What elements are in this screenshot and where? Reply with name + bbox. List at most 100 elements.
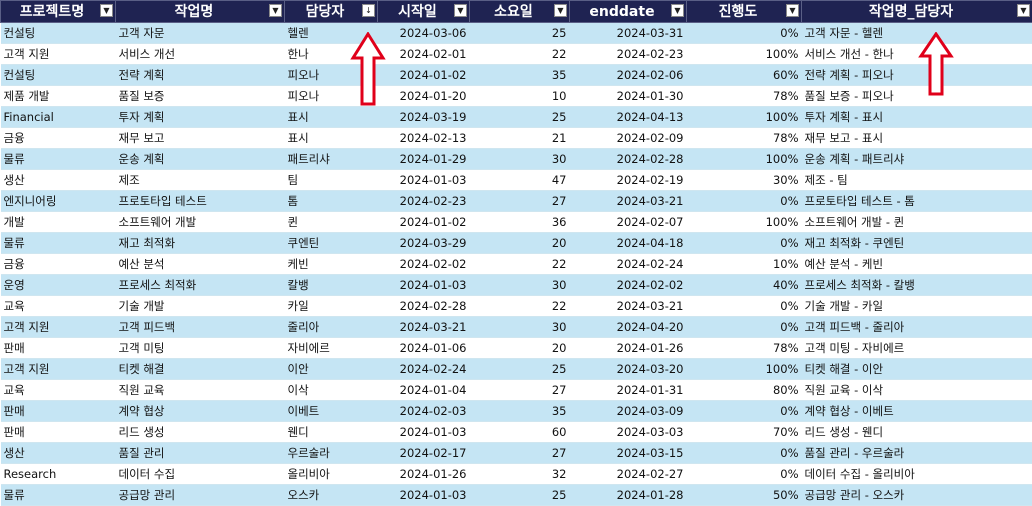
table-cell[interactable]: 재무 보고 (116, 128, 285, 149)
table-cell[interactable]: 이삭 (285, 380, 378, 401)
table-cell[interactable]: 2024-02-23 (378, 191, 470, 212)
table-cell[interactable]: 2024-02-07 (570, 212, 687, 233)
table-cell[interactable]: 서비스 개선 (116, 44, 285, 65)
table-cell[interactable]: 재고 최적화 (116, 233, 285, 254)
table-cell[interactable]: 2024-03-03 (570, 422, 687, 443)
table-cell[interactable]: 27 (470, 380, 570, 401)
table-cell[interactable]: 2024-01-20 (378, 86, 470, 107)
table-cell[interactable]: 0% (687, 401, 802, 422)
table-cell[interactable]: 2024-01-28 (570, 485, 687, 506)
table-cell[interactable]: 2024-01-26 (378, 464, 470, 485)
table-cell[interactable]: 2024-02-24 (378, 359, 470, 380)
table-cell[interactable]: 직원 교육 - 이삭 (802, 380, 1032, 401)
table-cell[interactable]: 0% (687, 23, 802, 44)
table-cell[interactable]: 2024-01-31 (570, 380, 687, 401)
filter-dropdown-icon[interactable]: ▼ (1017, 4, 1030, 17)
table-cell[interactable]: 재무 보고 - 표시 (802, 128, 1032, 149)
table-cell[interactable]: 고객 미팅 (116, 338, 285, 359)
table-cell[interactable]: 25 (470, 359, 570, 380)
table-cell[interactable]: 2024-01-03 (378, 422, 470, 443)
table-cell[interactable]: 판매 (1, 338, 116, 359)
table-cell[interactable]: 데이터 수집 - 올리비아 (802, 464, 1032, 485)
table-cell[interactable]: 제조 (116, 170, 285, 191)
table-cell[interactable]: 2024-02-06 (570, 65, 687, 86)
table-cell[interactable]: 0% (687, 464, 802, 485)
table-cell[interactable]: 70% (687, 422, 802, 443)
table-cell[interactable]: 100% (687, 149, 802, 170)
table-cell[interactable]: 컨설팅 (1, 23, 116, 44)
table-cell[interactable]: 올리비아 (285, 464, 378, 485)
table-cell[interactable]: 2024-02-28 (378, 296, 470, 317)
table-cell[interactable]: 운송 계획 (116, 149, 285, 170)
table-cell[interactable]: 2024-01-03 (378, 170, 470, 191)
table-cell[interactable]: 계약 협상 (116, 401, 285, 422)
table-cell[interactable]: 2024-01-30 (570, 86, 687, 107)
table-cell[interactable]: 이안 (285, 359, 378, 380)
sort-filter-icon[interactable]: ↓ (362, 4, 375, 17)
table-cell[interactable]: 2024-01-02 (378, 212, 470, 233)
table-cell[interactable]: 2024-03-29 (378, 233, 470, 254)
table-cell[interactable]: 25 (470, 23, 570, 44)
table-cell[interactable]: 쿠엔틴 (285, 233, 378, 254)
table-cell[interactable]: 2024-02-02 (378, 254, 470, 275)
table-cell[interactable]: 금융 (1, 128, 116, 149)
table-cell[interactable]: 운송 계획 - 패트리샤 (802, 149, 1032, 170)
table-cell[interactable]: 표시 (285, 107, 378, 128)
table-cell[interactable]: 기술 개발 (116, 296, 285, 317)
table-cell[interactable]: 2024-04-18 (570, 233, 687, 254)
table-cell[interactable]: 서비스 개선 - 한나 (802, 44, 1032, 65)
table-cell[interactable]: 오스카 (285, 485, 378, 506)
table-cell[interactable]: 2024-03-06 (378, 23, 470, 44)
table-cell[interactable]: 2024-02-24 (570, 254, 687, 275)
table-cell[interactable]: 100% (687, 359, 802, 380)
table-cell[interactable]: 2024-02-28 (570, 149, 687, 170)
table-cell[interactable]: 생산 (1, 443, 116, 464)
table-cell[interactable]: 고객 미팅 - 자비에르 (802, 338, 1032, 359)
table-cell[interactable]: 2024-03-15 (570, 443, 687, 464)
table-cell[interactable]: 전략 계획 - 피오나 (802, 65, 1032, 86)
table-cell[interactable]: 2024-02-19 (570, 170, 687, 191)
table-cell[interactable]: 이베트 (285, 401, 378, 422)
table-cell[interactable]: 프로토타입 테스트 (116, 191, 285, 212)
table-cell[interactable]: 공급망 관리 (116, 485, 285, 506)
table-cell[interactable]: 2024-01-03 (378, 275, 470, 296)
table-cell[interactable]: 엔지니어링 (1, 191, 116, 212)
table-cell[interactable]: 제품 개발 (1, 86, 116, 107)
table-cell[interactable]: 소프트웨어 개발 (116, 212, 285, 233)
table-cell[interactable]: 2024-03-31 (570, 23, 687, 44)
table-cell[interactable]: 운영 (1, 275, 116, 296)
table-cell[interactable]: 78% (687, 86, 802, 107)
table-cell[interactable]: 40% (687, 275, 802, 296)
table-cell[interactable]: 2024-01-03 (378, 485, 470, 506)
table-cell[interactable]: 웬디 (285, 422, 378, 443)
table-cell[interactable]: 프로토타입 테스트 - 톰 (802, 191, 1032, 212)
table-cell[interactable]: 판매 (1, 422, 116, 443)
table-cell[interactable]: 2024-02-09 (570, 128, 687, 149)
table-cell[interactable]: 컨설팅 (1, 65, 116, 86)
table-cell[interactable]: 고객 지원 (1, 359, 116, 380)
table-cell[interactable]: 2024-04-13 (570, 107, 687, 128)
table-cell[interactable]: 데이터 수집 (116, 464, 285, 485)
table-cell[interactable]: 10% (687, 254, 802, 275)
table-cell[interactable]: 재고 최적화 - 쿠엔틴 (802, 233, 1032, 254)
table-cell[interactable]: 팀 (285, 170, 378, 191)
table-cell[interactable]: 60% (687, 65, 802, 86)
table-cell[interactable]: 예산 분석 (116, 254, 285, 275)
filter-dropdown-icon[interactable]: ▼ (100, 4, 113, 17)
table-cell[interactable]: 22 (470, 254, 570, 275)
table-cell[interactable]: 공급망 관리 - 오스카 (802, 485, 1032, 506)
table-cell[interactable]: 물류 (1, 233, 116, 254)
table-cell[interactable]: 0% (687, 296, 802, 317)
table-cell[interactable]: 퀸 (285, 212, 378, 233)
table-cell[interactable]: 물류 (1, 149, 116, 170)
table-cell[interactable]: 22 (470, 296, 570, 317)
table-cell[interactable]: 0% (687, 443, 802, 464)
table-cell[interactable]: 교육 (1, 380, 116, 401)
table-cell[interactable]: 78% (687, 128, 802, 149)
filter-dropdown-icon[interactable]: ▼ (554, 4, 567, 17)
table-cell[interactable]: 2024-02-03 (378, 401, 470, 422)
filter-dropdown-icon[interactable]: ▼ (454, 4, 467, 17)
table-cell[interactable]: 품질 보증 (116, 86, 285, 107)
table-cell[interactable]: 20 (470, 233, 570, 254)
table-cell[interactable]: 20 (470, 338, 570, 359)
